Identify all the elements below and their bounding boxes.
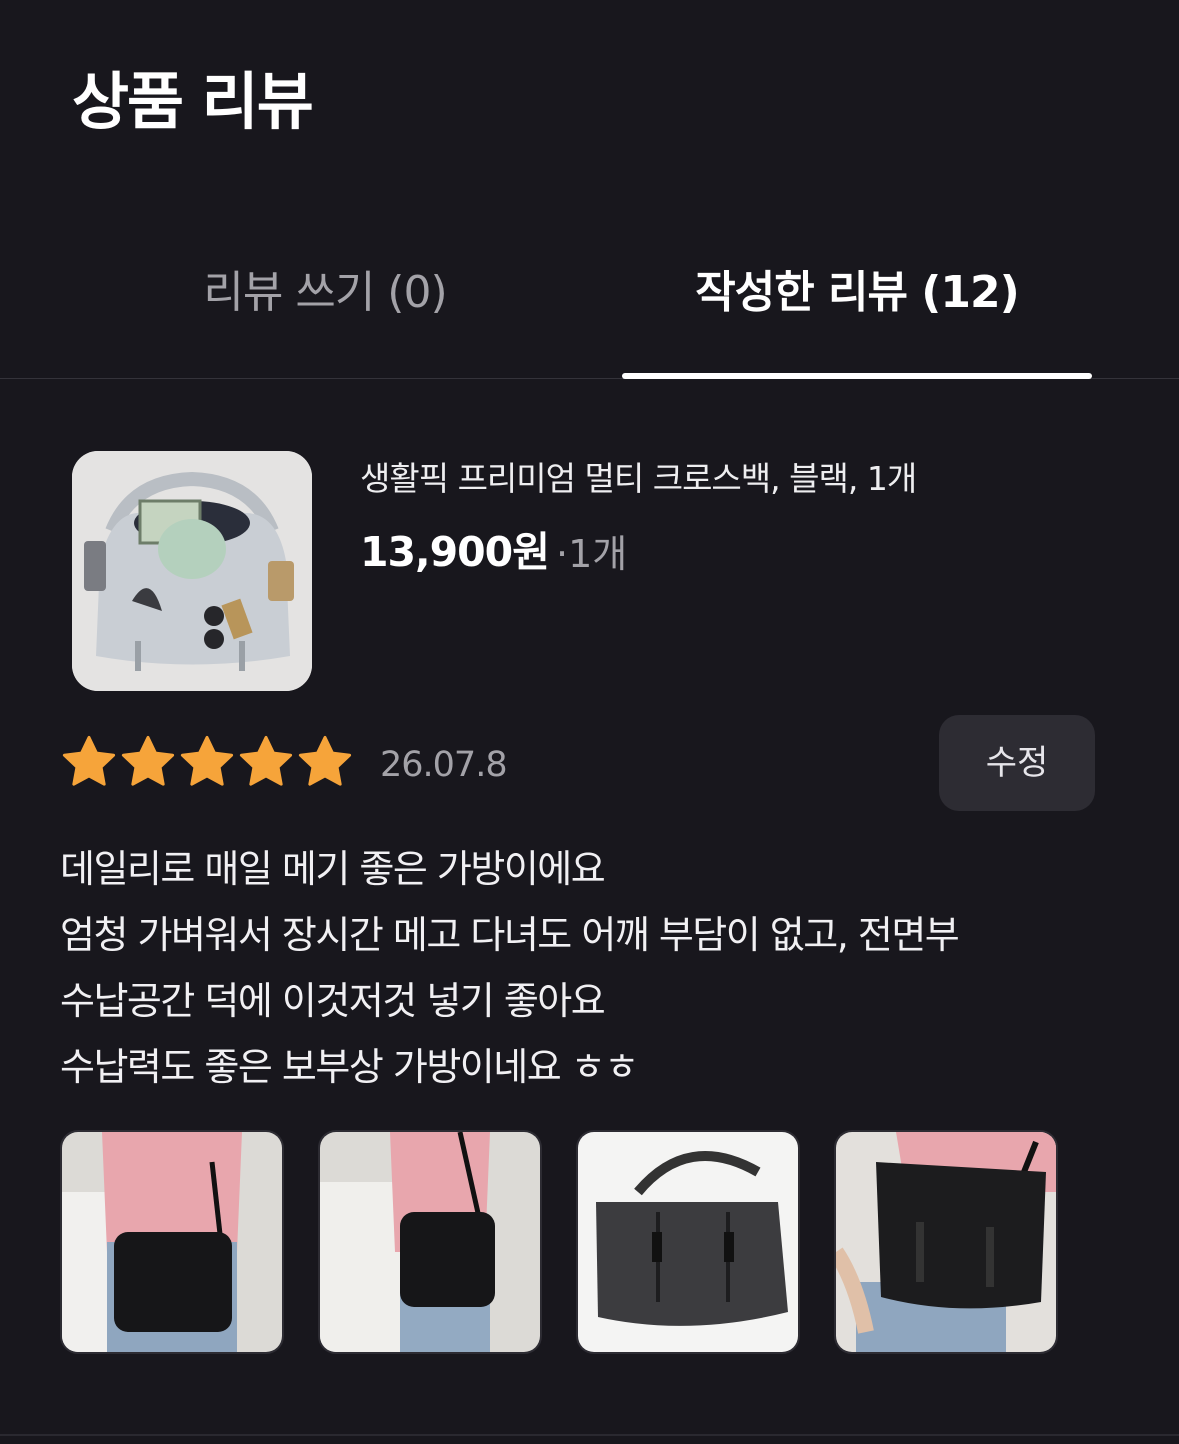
star-icon xyxy=(180,735,234,786)
review-photo[interactable] xyxy=(60,1130,284,1354)
product-quantity: ·1개 xyxy=(556,532,628,576)
star-icon xyxy=(298,735,352,786)
review-photo[interactable] xyxy=(318,1130,542,1354)
review-page: 상품 리뷰 리뷰 쓰기 (0) 작성한 리뷰 (12) 생활픽 프리미엄 멀티 … xyxy=(0,0,1179,1444)
star-icon xyxy=(239,735,293,786)
tab-written-reviews[interactable]: 작성한 리뷰 (12) xyxy=(622,258,1092,348)
black-bag-product-photo xyxy=(578,1132,798,1352)
model-wearing-black-bag-closeup-photo xyxy=(836,1132,1056,1352)
section-divider xyxy=(0,1434,1179,1436)
review-text: 데일리로 매일 메기 좋은 가방이에요 엄청 가벼워서 장시간 메고 다녀도 어… xyxy=(60,836,1120,1100)
review-tabs: 리뷰 쓰기 (0) 작성한 리뷰 (12) xyxy=(0,230,1179,379)
page-title: 상품 리뷰 xyxy=(72,65,314,138)
model-wearing-black-bag-side-photo xyxy=(320,1132,540,1352)
star-icon xyxy=(62,735,116,786)
model-wearing-black-bag-front-photo xyxy=(62,1132,282,1352)
star-rating xyxy=(60,733,354,795)
review-photo[interactable] xyxy=(576,1130,800,1354)
review-photo[interactable] xyxy=(834,1130,1058,1354)
active-tab-indicator xyxy=(622,373,1092,379)
gray-crossbag-photo xyxy=(72,451,312,691)
review-text-line: 수납력도 좋은 보부상 가방이네요 ㅎㅎ xyxy=(60,1045,639,1089)
product-thumbnail[interactable] xyxy=(72,451,312,691)
review-text-line: 엄청 가벼워서 장시간 메고 다녀도 어깨 부담이 없고, 전면부 xyxy=(60,913,960,957)
product-name[interactable]: 생활픽 프리미엄 멀티 크로스백, 블랙, 1개 xyxy=(360,452,917,506)
star-icon xyxy=(121,735,175,786)
tab-write-review[interactable]: 리뷰 쓰기 (0) xyxy=(90,258,560,348)
edit-review-button[interactable]: 수정 xyxy=(939,715,1095,811)
review-date: 26.07.8 xyxy=(380,745,508,785)
review-text-line: 데일리로 매일 메기 좋은 가방이에요 xyxy=(60,847,606,891)
review-text-line: 수납공간 덕에 이것저것 넣기 좋아요 xyxy=(60,979,606,1023)
product-price: 13,900원 xyxy=(360,528,550,576)
